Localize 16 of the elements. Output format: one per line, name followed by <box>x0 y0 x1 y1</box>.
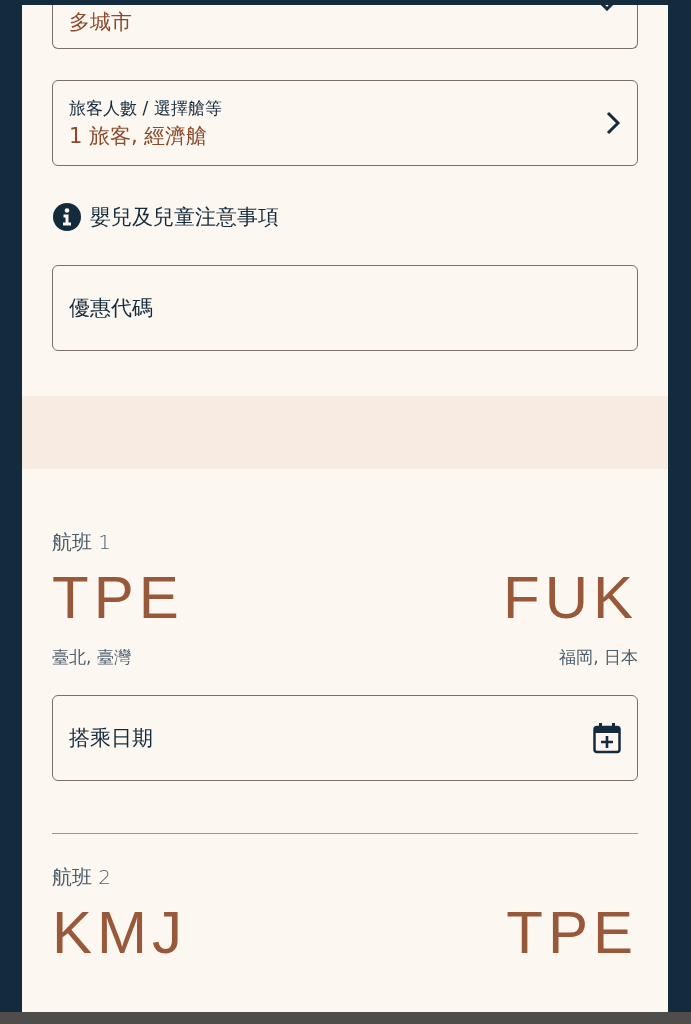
passenger-class-selector[interactable]: 旅客人數 / 選擇艙等 1 旅客, 經濟艙 <box>52 80 638 166</box>
origin-code: TPE <box>52 568 184 628</box>
flight-label: 航班 2 <box>52 864 113 891</box>
info-icon <box>52 202 82 232</box>
destination-code: TPE <box>506 903 638 963</box>
date-field[interactable]: 搭乘日期 <box>52 695 638 781</box>
promo-code-field[interactable]: 優惠代碼 <box>52 265 638 351</box>
flight-label: 航班 1 <box>52 529 113 556</box>
destination-code: FUK <box>503 568 638 628</box>
calendar-add-icon[interactable] <box>592 722 622 754</box>
chevron-right-icon <box>605 110 621 136</box>
destination-city: 福岡, 日本 <box>559 646 638 669</box>
origin-code: KMJ <box>52 903 187 963</box>
infant-notice-link[interactable]: 嬰兒及兒童注意事項 <box>90 203 279 231</box>
trip-type-dropdown[interactable]: 多城市 <box>52 5 638 49</box>
origin-city: 臺北, 臺灣 <box>52 646 131 669</box>
